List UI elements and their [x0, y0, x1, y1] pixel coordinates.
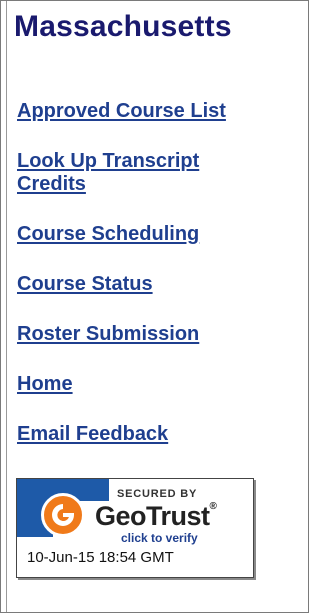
nav-item: Course Scheduling: [17, 223, 302, 246]
nav-item: Course Status: [17, 273, 302, 296]
nav-item: Email Feedback: [17, 423, 302, 446]
seal-verify-link[interactable]: click to verify: [121, 531, 198, 545]
nav-item: Roster Submission: [17, 323, 302, 346]
nav-link-email-feedback[interactable]: Email Feedback: [17, 423, 302, 446]
seal-secured-by: SECURED BY: [117, 488, 198, 500]
page-title: Massachusetts: [14, 10, 232, 43]
sidebar-nav: Approved Course List Look Up Transcript …: [17, 100, 302, 473]
geotrust-logo-icon: [41, 493, 85, 537]
nav-link-course-scheduling[interactable]: Course Scheduling: [17, 223, 302, 246]
nav-link-approved-course-list[interactable]: Approved Course List: [17, 100, 302, 123]
nav-item: Approved Course List: [17, 100, 302, 123]
geotrust-seal-button[interactable]: SECURED BY GeoTrust® click to verify 10-…: [16, 478, 254, 578]
nav-link-roster-submission[interactable]: Roster Submission: [17, 323, 302, 346]
nav-link-transcript-credits[interactable]: Look Up Transcript Credits: [17, 150, 257, 196]
nav-link-course-status[interactable]: Course Status: [17, 273, 302, 296]
seal-brand: GeoTrust®: [95, 501, 217, 531]
nav-link-home[interactable]: Home: [17, 373, 302, 396]
nav-item: Look Up Transcript Credits: [17, 150, 302, 196]
nav-item: Home: [17, 373, 302, 396]
seal-timestamp: 10-Jun-15 18:54 GMT: [27, 549, 174, 566]
